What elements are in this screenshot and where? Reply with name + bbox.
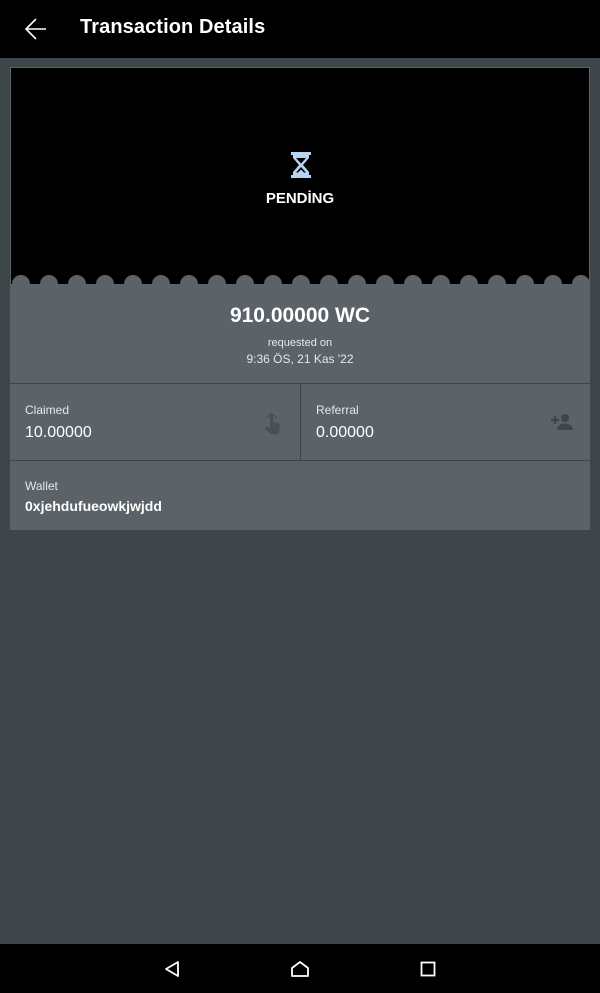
claimed-value: 10.00000 bbox=[25, 424, 92, 441]
system-navigation-bar bbox=[0, 944, 600, 993]
touch-hand-icon bbox=[264, 413, 281, 435]
app-bar: Transaction Details bbox=[0, 0, 600, 58]
arrow-left-icon bbox=[24, 18, 46, 40]
nav-home-button[interactable] bbox=[285, 954, 315, 984]
nav-home-icon bbox=[291, 961, 309, 977]
divider bbox=[300, 384, 301, 460]
claimed-label: Claimed bbox=[25, 403, 70, 417]
wallet-address[interactable]: 0xjehdufueowkjwjdd bbox=[25, 498, 162, 514]
hourglass-icon bbox=[291, 152, 311, 178]
wallet-label: Wallet bbox=[25, 479, 58, 493]
requested-date: 9:36 ÖS, 21 Kas '22 bbox=[246, 352, 354, 366]
nav-back-button[interactable] bbox=[157, 954, 187, 984]
transaction-card: PENDİNG 910.00000 WC requested on 9:36 Ö… bbox=[10, 67, 590, 530]
add-person-icon bbox=[551, 414, 573, 430]
transaction-amount: 910.00000 WC bbox=[229, 304, 371, 327]
divider bbox=[10, 460, 590, 461]
nav-recents-button[interactable] bbox=[413, 954, 443, 984]
requested-on-label: requested on bbox=[267, 337, 333, 349]
back-button[interactable] bbox=[16, 9, 56, 49]
status-label: PENDİNG bbox=[265, 190, 335, 207]
claim-button[interactable] bbox=[259, 411, 285, 437]
referral-value: 0.00000 bbox=[316, 424, 374, 441]
ticket-edge-decoration bbox=[11, 275, 589, 286]
status-panel: PENDİNG bbox=[11, 68, 589, 285]
nav-recents-icon bbox=[420, 961, 436, 977]
add-referral-button[interactable] bbox=[548, 408, 576, 436]
page-title: Transaction Details bbox=[80, 16, 266, 38]
nav-back-icon bbox=[165, 961, 179, 977]
referral-label: Referral bbox=[316, 403, 359, 417]
